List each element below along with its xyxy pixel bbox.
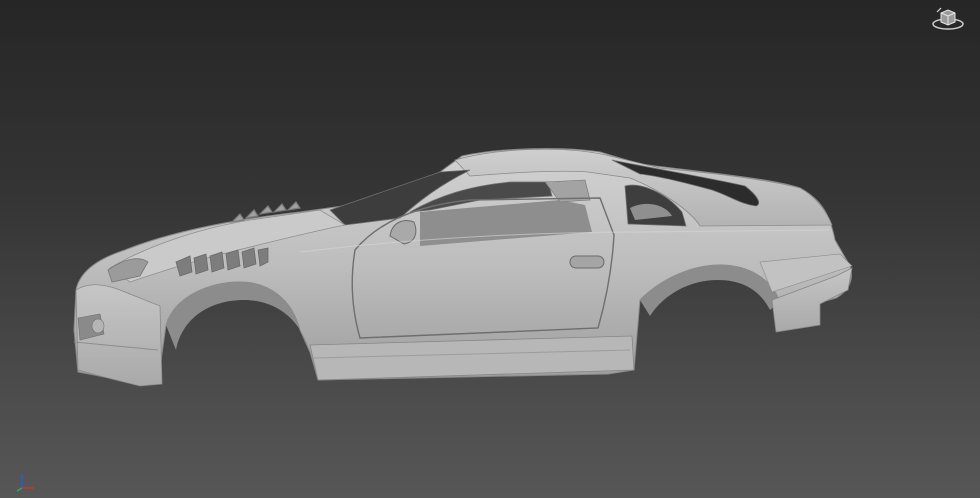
axis-tripod-icon bbox=[12, 466, 38, 492]
car-body-model[interactable] bbox=[0, 0, 980, 498]
3d-viewport[interactable] bbox=[0, 0, 980, 498]
